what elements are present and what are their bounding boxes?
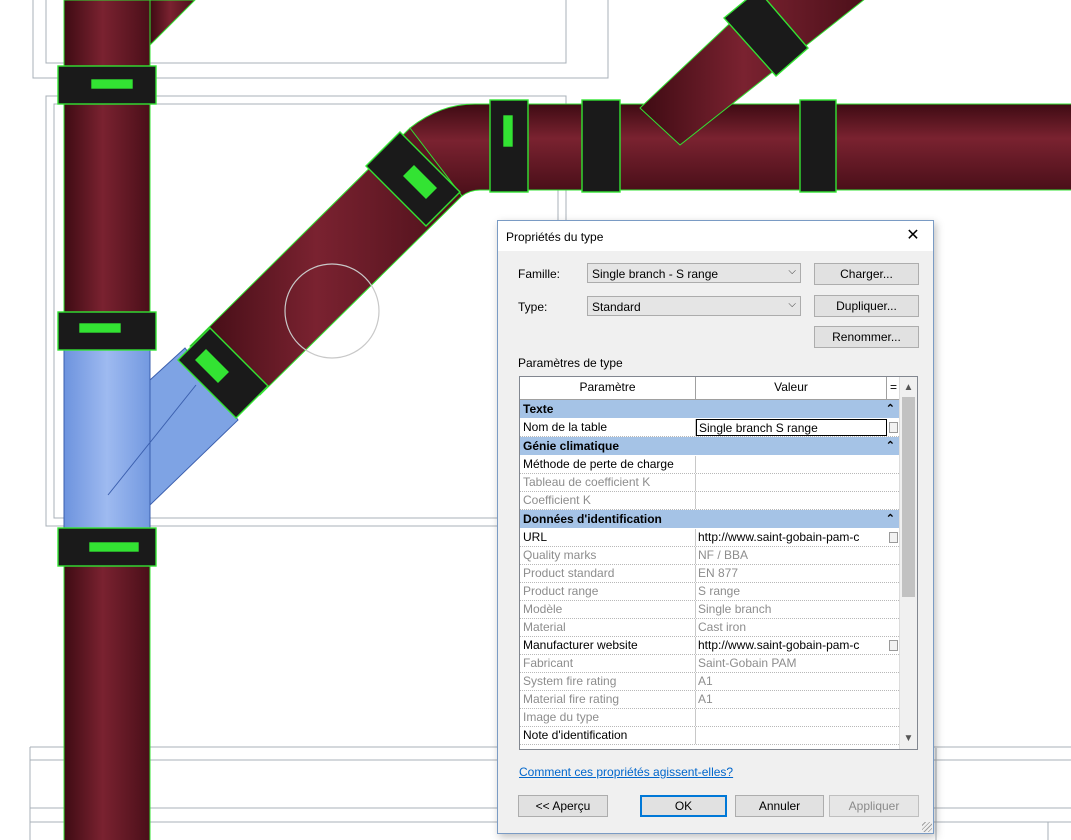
parameter-name: Material xyxy=(520,619,696,636)
parameter-row[interactable]: Note d'identification xyxy=(520,727,901,745)
rename-button[interactable]: Renommer... xyxy=(814,326,919,348)
apply-button[interactable]: Appliquer xyxy=(829,795,919,817)
parameter-row[interactable]: Product standard EN 877 xyxy=(520,565,901,583)
edit-value-icon[interactable] xyxy=(889,640,898,651)
load-button[interactable]: Charger... xyxy=(814,263,919,285)
parameter-row[interactable]: Image du type xyxy=(520,709,901,727)
cancel-button[interactable]: Annuler xyxy=(735,795,824,817)
chevron-up-icon[interactable]: ▲ xyxy=(900,379,917,396)
family-dropdown-value: Single branch - S range xyxy=(592,267,719,281)
group-header[interactable]: Données d'identification ⌃ xyxy=(520,510,901,529)
column-header-parameter[interactable]: Paramètre xyxy=(520,377,696,399)
parameter-value xyxy=(696,492,887,509)
parameter-name: Fabricant xyxy=(520,655,696,672)
vertical-pipe-lower xyxy=(63,527,151,840)
parameter-name: Note d'identification xyxy=(520,727,696,744)
grid-rows: Texte ⌃ Nom de la table Single branch S ran… xyxy=(520,400,901,745)
parameter-name: System fire rating xyxy=(520,673,696,690)
resize-grip[interactable] xyxy=(922,822,932,832)
parameter-row[interactable]: System fire rating A1 xyxy=(520,673,901,691)
parameter-row[interactable]: Nom de la table Single branch S range xyxy=(520,419,901,437)
parameter-value: EN 877 xyxy=(698,566,739,580)
parameter-name: Manufacturer website xyxy=(520,637,696,654)
parameter-row[interactable]: Modèle Single branch xyxy=(520,601,901,619)
parameter-name: Quality marks xyxy=(520,547,696,564)
type-dropdown[interactable]: Standard ⌵ xyxy=(587,296,801,316)
parameter-name: Material fire rating xyxy=(520,691,696,708)
parameter-value[interactable]: http://www.saint-gobain-pam-c xyxy=(696,529,887,546)
parameter-row[interactable]: Material fire rating A1 xyxy=(520,691,901,709)
family-label: Famille: xyxy=(518,267,561,281)
parameter-row[interactable]: Coefficient K xyxy=(520,492,901,510)
diagonal-pipe-top-left xyxy=(149,0,196,47)
parameters-grid: Paramètre Valeur = Texte ⌃ Nom de la table… xyxy=(519,376,918,750)
parameter-row[interactable]: Material Cast iron xyxy=(520,619,901,637)
group-header-label: Texte xyxy=(523,402,554,416)
family-dropdown[interactable]: Single branch - S range ⌵ xyxy=(587,263,801,283)
parameter-value[interactable]: http://www.saint-gobain-pam-c xyxy=(696,637,887,654)
group-header-label: Données d'identification xyxy=(523,512,662,526)
collapse-icon[interactable]: ⌃ xyxy=(886,510,895,528)
type-label: Type: xyxy=(518,300,548,314)
collapse-icon[interactable]: ⌃ xyxy=(886,400,895,418)
parameter-value[interactable] xyxy=(696,727,887,744)
dialog-title: Propriétés du type xyxy=(506,230,604,244)
parameter-name: Coefficient K xyxy=(520,492,696,509)
type-properties-dialog: Propriétés du type ✕ Famille: Single bra… xyxy=(497,220,934,834)
group-header[interactable]: Génie climatique ⌃ xyxy=(520,437,901,456)
parameter-value: NF / BBA xyxy=(698,548,749,562)
parameter-value xyxy=(696,709,887,726)
chevron-down-icon: ⌵ xyxy=(788,299,796,310)
parameter-value: A1 xyxy=(698,674,713,688)
parameter-value[interactable]: Single branch S range xyxy=(696,419,887,436)
preview-button[interactable]: << Aperçu xyxy=(518,795,608,817)
grid-scrollbar[interactable]: ▲ ▼ xyxy=(899,377,917,749)
parameter-value: A1 xyxy=(698,692,713,706)
parameter-row[interactable]: Manufacturer website http://www.saint-gob… xyxy=(520,637,901,655)
parameter-row[interactable]: Quality marks NF / BBA xyxy=(520,547,901,565)
parameter-name: Modèle xyxy=(520,601,696,618)
vertical-pipe-upper xyxy=(63,0,151,351)
collapse-icon[interactable]: ⌃ xyxy=(886,437,895,455)
chevron-down-icon[interactable]: ▼ xyxy=(900,730,917,747)
group-header-label: Génie climatique xyxy=(523,439,620,453)
parameter-name: Tableau de coefficient K xyxy=(520,474,696,491)
grid-header: Paramètre Valeur = xyxy=(520,377,901,400)
column-header-value[interactable]: Valeur xyxy=(696,377,887,399)
duplicate-button[interactable]: Dupliquer... xyxy=(814,295,919,317)
parameter-name: Nom de la table xyxy=(520,419,696,436)
parameter-value xyxy=(696,474,887,491)
close-icon[interactable]: ✕ xyxy=(897,224,929,248)
parameter-row[interactable]: Fabricant Saint-Gobain PAM xyxy=(520,655,901,673)
parameter-value: Cast iron xyxy=(698,620,747,634)
parameter-value: Saint-Gobain PAM xyxy=(698,656,797,670)
edit-value-icon[interactable] xyxy=(889,422,898,433)
parameter-row[interactable]: URL http://www.saint-gobain-pam-c xyxy=(520,529,901,547)
parameter-row[interactable]: Tableau de coefficient K xyxy=(520,474,901,492)
parameter-name: Image du type xyxy=(520,709,696,726)
parameter-name: URL xyxy=(520,529,696,546)
ok-button[interactable]: OK xyxy=(640,795,727,817)
type-parameters-label: Paramètres de type xyxy=(518,356,623,370)
parameter-name: Product range xyxy=(520,583,696,600)
type-dropdown-value: Standard xyxy=(592,300,641,314)
parameter-value[interactable] xyxy=(696,456,887,473)
parameter-row[interactable]: Product range S range xyxy=(520,583,901,601)
parameter-value: S range xyxy=(698,584,741,598)
parameter-name: Méthode de perte de charge xyxy=(520,456,696,473)
chevron-down-icon: ⌵ xyxy=(788,266,796,277)
dialog-title-bar[interactable]: Propriétés du type ✕ xyxy=(498,221,933,251)
group-header[interactable]: Texte ⌃ xyxy=(520,400,901,419)
parameter-row[interactable]: Méthode de perte de charge xyxy=(520,456,901,474)
help-link[interactable]: Comment ces propriétés agissent-elles? xyxy=(519,765,733,779)
edit-value-icon[interactable] xyxy=(889,532,898,543)
scrollbar-thumb[interactable] xyxy=(902,397,915,597)
parameter-value: Single branch xyxy=(698,602,772,616)
parameter-name: Product standard xyxy=(520,565,696,582)
